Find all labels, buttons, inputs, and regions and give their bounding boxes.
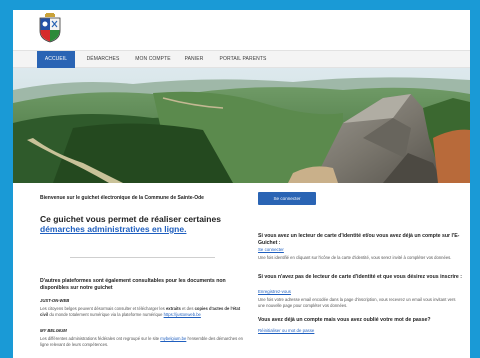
- no-eid-heading: Si vous n'avez pas de lecteur de carte d…: [258, 274, 462, 280]
- main-content: Bienvenue sur le guichet électronique de…: [13, 183, 470, 358]
- just-on-web-label: JUST-ON-WEB: [40, 298, 70, 303]
- platforms-heading: D'autres plateformes sont également cons…: [40, 278, 226, 291]
- nav-panier[interactable]: Panier: [179, 51, 209, 68]
- login-button[interactable]: Se connecter: [258, 192, 316, 205]
- intro-prefix: Ce guichet vous permet de réaliser certa…: [40, 214, 221, 224]
- justonweb-link[interactable]: https://justonweb.be: [164, 312, 201, 317]
- browser-page: Accueil Démarches Mon compte Panier Port…: [13, 10, 470, 358]
- site-header: [13, 10, 470, 50]
- demarches-link[interactable]: démarches administratives en ligne.: [40, 224, 186, 234]
- eid-body: Une fois identifié en cliquant sur l'icô…: [258, 255, 452, 260]
- my-belgium-label: MY BELGIUM: [40, 328, 67, 333]
- section-divider: [70, 257, 215, 258]
- welcome-text: Bienvenue sur le guichet électronique de…: [40, 195, 204, 201]
- register-link[interactable]: Enregistrez-vous: [258, 289, 291, 294]
- intro-heading: Ce guichet vous permet de réaliser certa…: [40, 214, 245, 234]
- eid-login-link[interactable]: Se connecter: [258, 247, 284, 252]
- reset-password-link[interactable]: Réinitialiser ou mot de passe: [258, 328, 314, 333]
- mybelgium-link[interactable]: mybelgium.be: [160, 336, 186, 341]
- register-body: Une fois votre adresse email encodée dan…: [258, 297, 456, 308]
- nav-demarches[interactable]: Démarches: [79, 51, 127, 68]
- nav-mon-compte[interactable]: Mon compte: [129, 51, 177, 68]
- nav-accueil[interactable]: Accueil: [37, 51, 75, 68]
- main-navigation: Accueil Démarches Mon compte Panier Port…: [13, 50, 470, 68]
- hero-landscape-banner: [13, 68, 470, 183]
- municipal-crest-logo[interactable]: [37, 13, 63, 43]
- eid-heading: Si vous avez un lecteur de carte d'ident…: [258, 233, 460, 246]
- just-on-web-text: Les citoyens belges peuvent désormais co…: [40, 306, 241, 317]
- my-belgium-text: Les différentes administrations fédérale…: [40, 336, 244, 347]
- nav-portail-parents[interactable]: Portail parents: [213, 51, 273, 68]
- forgot-password-heading: Vous avez déjà un compte mais vous avez …: [258, 317, 431, 323]
